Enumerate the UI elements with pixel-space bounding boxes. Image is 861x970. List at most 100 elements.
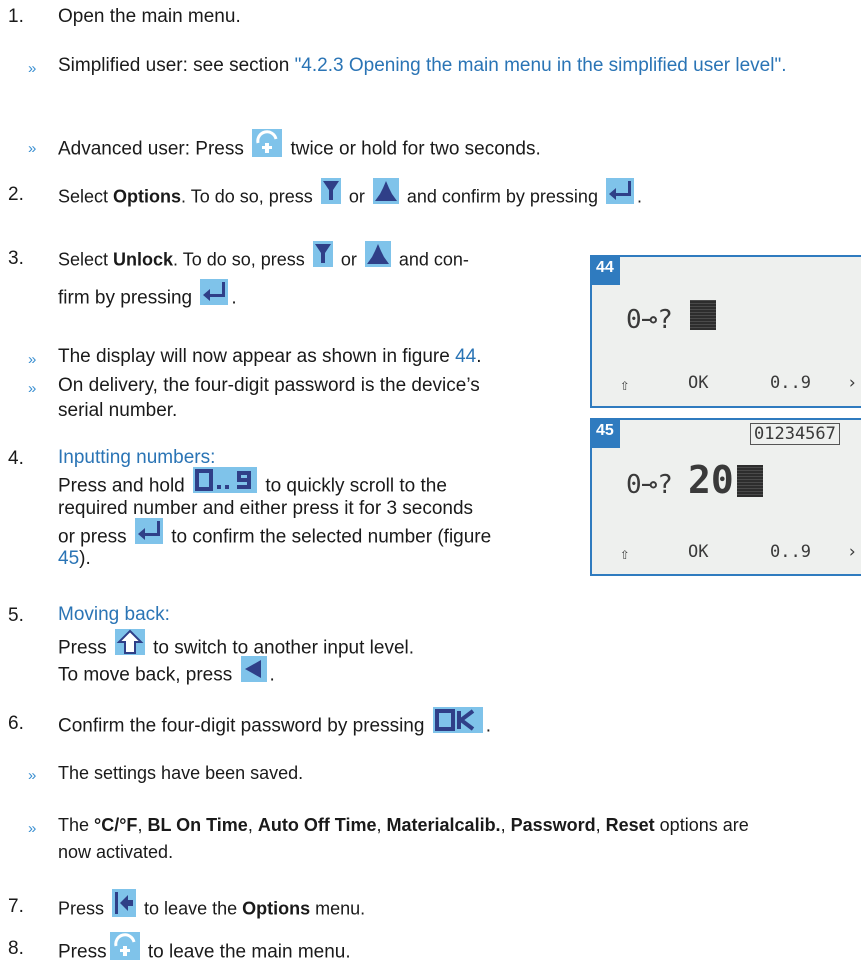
step-4-l1a: Press and hold	[58, 475, 185, 497]
section-4-2-3-link[interactable]: "4.2.3 Opening the main menu in the simp…	[295, 55, 787, 76]
step-4-line-4: 45).	[58, 546, 91, 571]
step-4-l1b: to quickly scroll to the	[265, 475, 447, 497]
step-3-or: or	[340, 249, 357, 270]
entered-digits: 20	[688, 458, 734, 502]
sep: ,	[247, 815, 258, 835]
moving-back-heading: Moving back:	[58, 604, 170, 625]
step-3-line-2: firm by pressing .	[58, 279, 237, 315]
sep: ,	[500, 815, 511, 835]
settings-saved-note: The settings have been saved.	[58, 763, 304, 783]
step-4-l3b: to confirm the selected number (figure	[171, 526, 492, 548]
bullet-marker: »	[28, 351, 37, 368]
step-7-mid: to leave the	[144, 898, 243, 919]
up-arrow-key-icon	[372, 178, 399, 211]
option-auto-off-time: Auto Off Time	[257, 815, 377, 835]
step-4-l3a: or press	[58, 526, 127, 548]
key-prompt: 0⊸?	[626, 305, 673, 335]
step-4-line-3: or press to confirm the selected number …	[58, 518, 492, 554]
step-2-mid: . To do so, press	[181, 186, 313, 207]
bullet-marker: »	[28, 140, 37, 157]
step-7-text: Press to leave the Options menu.	[58, 889, 365, 927]
display-note-text: The display will now appear as shown in …	[58, 346, 456, 367]
simplified-user-text: Simplified user: see section	[58, 55, 295, 76]
step-3-end: .	[231, 287, 237, 309]
main-menu-key-icon	[252, 129, 283, 164]
up-arrow-key-icon	[364, 241, 391, 274]
step-2-post: and confirm by pressing	[406, 186, 598, 207]
step-4-number: 4.	[8, 448, 24, 469]
bullet-marker: »	[28, 767, 37, 784]
options-activated-line-2: now activated.	[58, 842, 174, 862]
step-2-number: 2.	[8, 184, 24, 205]
exit-menu-key-icon	[112, 889, 137, 924]
cursor-block	[737, 465, 763, 497]
shift-indicator: ⇧	[620, 544, 630, 563]
step-8-text: Press to leave the main menu.	[58, 932, 351, 970]
step-2-text: Select Options. To do so, press or and c…	[58, 178, 642, 214]
cursor-block	[690, 300, 716, 330]
bullet-marker: »	[28, 60, 37, 77]
figure-44-link[interactable]: 44	[455, 346, 476, 367]
step-5-l1b: to switch to another input level.	[153, 637, 415, 659]
shift-indicator: ⇧	[620, 375, 630, 394]
option-password: Password	[510, 815, 596, 835]
serial-number: 01234567	[750, 423, 840, 445]
down-arrow-key-icon	[320, 178, 341, 211]
step-4-line-2: required number and either press it for …	[58, 498, 474, 519]
figure-45-link[interactable]: 45	[58, 548, 79, 569]
figure-44-tag: 44	[590, 255, 620, 285]
step-3-text: Select Unlock. To do so, press or and co…	[58, 241, 469, 277]
step-3-pre: Select	[58, 249, 114, 270]
step-2-or: or	[348, 186, 365, 207]
step-3-post: and con-	[398, 249, 469, 270]
step-6-number: 6.	[8, 713, 24, 734]
option-materialcalib: Materialcalib.	[386, 815, 501, 835]
step-7-pre: Press	[58, 898, 105, 919]
sep: ,	[137, 815, 148, 835]
advanced-user-note: Advanced user: Press twice or hold for t…	[58, 129, 541, 167]
step-4-l4end: ).	[79, 548, 91, 569]
bullet-marker: »	[28, 380, 37, 397]
bullet-marker: »	[28, 820, 37, 837]
figure-45-display: 45 01234567 0⊸? 20 ⇧ OK 0..9 ›	[590, 418, 861, 576]
step-3-number: 3.	[8, 248, 24, 269]
step-3-mid: . To do so, press	[173, 249, 305, 270]
delivery-note-line-1: On delivery, the four-digit password is …	[58, 375, 480, 396]
step-6-pre: Confirm the four-digit password by press…	[58, 715, 425, 737]
step-2-pre: Select	[58, 186, 114, 207]
step-8-post: to leave the main menu.	[147, 941, 351, 963]
options-label: Options	[242, 898, 311, 919]
step-5-l2a: To move back, press	[58, 664, 233, 686]
enter-key-icon	[134, 518, 163, 551]
step-8-number: 8.	[8, 938, 24, 959]
options-activated-note: The °C/°F, BL On Time, Auto Off Time, Ma…	[58, 813, 749, 838]
step-2-end: .	[636, 186, 642, 207]
options-label: Options	[113, 186, 182, 207]
step-5-l1a: Press	[58, 637, 107, 659]
enter-key-icon	[200, 279, 229, 312]
step-1-number: 1.	[8, 6, 24, 27]
activated-pre: The	[58, 815, 95, 835]
ok-softkey: OK	[688, 542, 709, 562]
down-arrow-key-icon	[312, 241, 333, 274]
shift-key-icon	[114, 629, 145, 662]
range-softkey: 0..9	[770, 373, 811, 393]
ok-key-icon	[432, 707, 483, 740]
step-1-text: Open the main menu.	[58, 6, 241, 27]
step-6-text: Confirm the four-digit password by press…	[58, 707, 491, 743]
next-indicator: ›	[847, 542, 858, 562]
step-5-l2end: .	[269, 664, 275, 686]
option-unit: °C/°F	[94, 815, 138, 835]
sep: ,	[595, 815, 606, 835]
inputting-numbers-heading: Inputting numbers:	[58, 447, 216, 468]
activated-post: options are	[654, 815, 749, 835]
advanced-user-text: Advanced user: Press	[58, 138, 244, 160]
step-8-pre: Press	[58, 941, 107, 963]
figure-44-display: 44 0⊸? ⇧ OK 0..9 ›	[590, 255, 861, 408]
option-bl-on-time: BL On Time	[147, 815, 248, 835]
advanced-user-text-2: twice or hold for two seconds.	[290, 138, 541, 160]
display-note-end: .	[476, 346, 482, 367]
step-5-line-2: To move back, press .	[58, 656, 275, 692]
key-prompt: 0⊸?	[626, 470, 673, 500]
step-6-end: .	[485, 715, 491, 737]
